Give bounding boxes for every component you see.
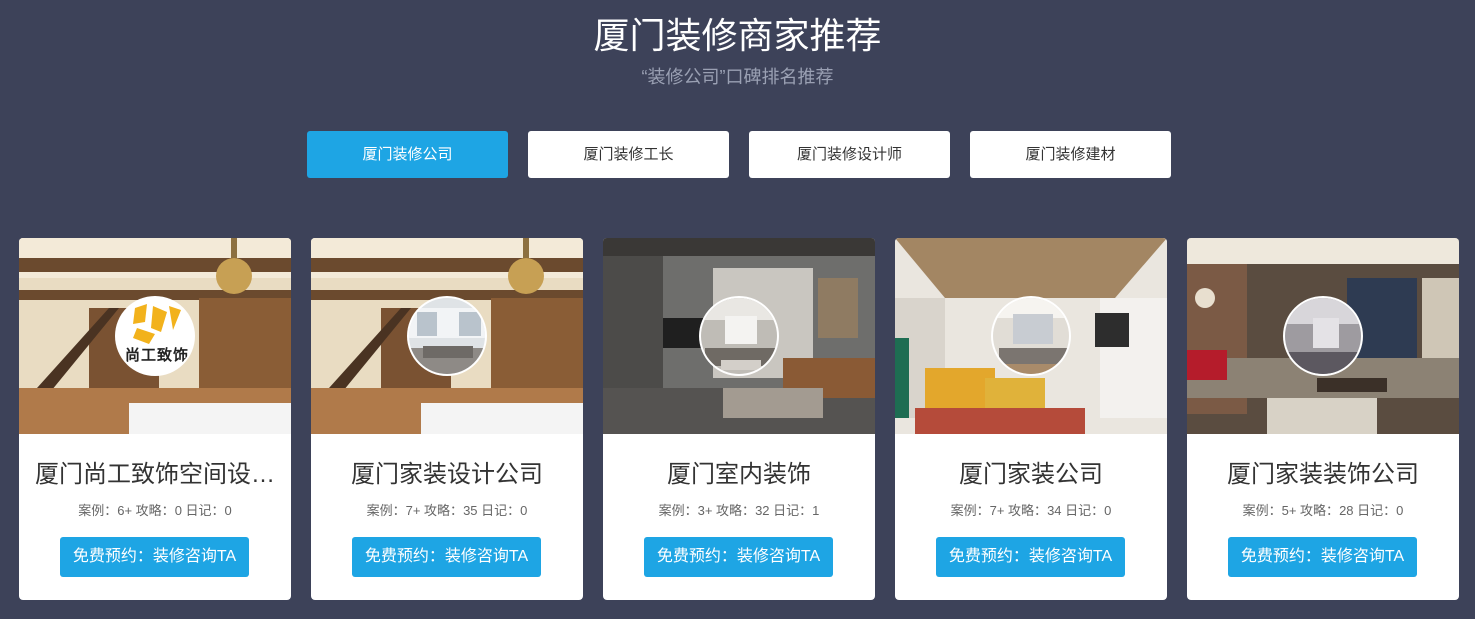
consult-button[interactable]: 免费预约：装修咨询TA	[352, 537, 541, 577]
tab-foreman[interactable]: 厦门装修工长	[528, 131, 729, 178]
category-tabs: 厦门装修公司 厦门装修工长 厦门装修设计师 厦门装修建材	[307, 131, 1171, 178]
cases-label: 案例：	[366, 503, 406, 518]
diary-count: 1	[812, 503, 820, 518]
diary-label: 日记：	[1061, 503, 1105, 518]
page-subtitle: “装修公司”口碑排名推荐	[641, 67, 834, 87]
company-logo-avatar	[1283, 296, 1363, 376]
company-card[interactable]: 尚工致饰 厦门尚工致饰空间设… 案例：6+ 攻略：0 日记：0 免费预约：装修咨…	[19, 238, 291, 600]
cases-label: 案例：	[78, 503, 118, 518]
company-card[interactable]: 厦门家装公司 案例：7+ 攻略：34 日记：0 免费预约：装修咨询TA	[895, 238, 1167, 600]
interior-photo[interactable]	[1187, 238, 1459, 434]
company-logo-avatar: 尚工致饰	[115, 296, 195, 376]
tab-decoration-company[interactable]: 厦门装修公司	[307, 131, 508, 178]
company-name[interactable]: 厦门尚工致饰空间设…	[19, 460, 291, 490]
company-logo-avatar	[699, 296, 779, 376]
interior-photo[interactable]	[311, 238, 583, 434]
cases-count: 7+	[405, 503, 421, 518]
consult-button[interactable]: 免费预约：装修咨询TA	[60, 537, 249, 577]
company-stats: 案例：3+ 攻略：32 日记：1	[603, 502, 875, 520]
guides-count: 35	[463, 503, 478, 518]
diary-count: 0	[224, 503, 232, 518]
interior-photo[interactable]: 尚工致饰	[19, 238, 291, 434]
guides-count: 0	[174, 503, 182, 518]
company-card[interactable]: 厦门家装装饰公司 案例：5+ 攻略：28 日记：0 免费预约：装修咨询TA	[1187, 238, 1459, 600]
diary-count: 0	[1396, 503, 1404, 518]
guides-label: 攻略：	[1296, 503, 1340, 518]
consult-button[interactable]: 免费预约：装修咨询TA	[644, 537, 833, 577]
diary-label: 日记：	[181, 503, 225, 518]
guides-count: 34	[1047, 503, 1062, 518]
consult-button[interactable]: 免费预约：装修咨询TA	[936, 537, 1125, 577]
cases-count: 3+	[697, 503, 713, 518]
consult-button[interactable]: 免费预约：装修咨询TA	[1228, 537, 1417, 577]
company-stats: 案例：5+ 攻略：28 日记：0	[1187, 502, 1459, 520]
cases-count: 7+	[989, 503, 1005, 518]
cases-label: 案例：	[658, 503, 698, 518]
diary-count: 0	[520, 503, 528, 518]
guides-label: 攻略：	[420, 503, 464, 518]
interior-photo[interactable]	[895, 238, 1167, 434]
company-stats: 案例：7+ 攻略：34 日记：0	[895, 502, 1167, 520]
guides-count: 32	[755, 503, 770, 518]
diary-label: 日记：	[477, 503, 521, 518]
company-stats: 案例：7+ 攻略：35 日记：0	[311, 502, 583, 520]
cases-count: 6+	[117, 503, 133, 518]
cases-label: 案例：	[950, 503, 990, 518]
guides-label: 攻略：	[712, 503, 756, 518]
interior-photo[interactable]	[603, 238, 875, 434]
diary-count: 0	[1104, 503, 1112, 518]
logo-mark-icon	[133, 304, 181, 344]
company-card[interactable]: 厦门家装设计公司 案例：7+ 攻略：35 日记：0 免费预约：装修咨询TA	[311, 238, 583, 600]
company-name[interactable]: 厦门家装公司	[895, 460, 1167, 490]
company-card[interactable]: 厦门室内装饰 案例：3+ 攻略：32 日记：1 免费预约：装修咨询TA	[603, 238, 875, 600]
company-logo-avatar	[991, 296, 1071, 376]
page-title: 厦门装修商家推荐	[593, 15, 882, 56]
guides-count: 28	[1339, 503, 1354, 518]
company-name[interactable]: 厦门家装装饰公司	[1187, 460, 1459, 490]
company-logo-avatar	[407, 296, 487, 376]
company-name[interactable]: 厦门家装设计公司	[311, 460, 583, 490]
tab-building-materials[interactable]: 厦门装修建材	[970, 131, 1171, 178]
company-card-list: 尚工致饰 厦门尚工致饰空间设… 案例：6+ 攻略：0 日记：0 免费预约：装修咨…	[19, 238, 1459, 600]
company-name[interactable]: 厦门室内装饰	[603, 460, 875, 490]
diary-label: 日记：	[1353, 503, 1397, 518]
logo-text: 尚工致饰	[124, 347, 189, 364]
company-stats: 案例：6+ 攻略：0 日记：0	[19, 502, 291, 520]
cases-label: 案例：	[1242, 503, 1282, 518]
guides-label: 攻略：	[132, 503, 175, 518]
cases-count: 5+	[1281, 503, 1297, 518]
guides-label: 攻略：	[1004, 503, 1048, 518]
tab-designer[interactable]: 厦门装修设计师	[749, 131, 950, 178]
diary-label: 日记：	[769, 503, 813, 518]
